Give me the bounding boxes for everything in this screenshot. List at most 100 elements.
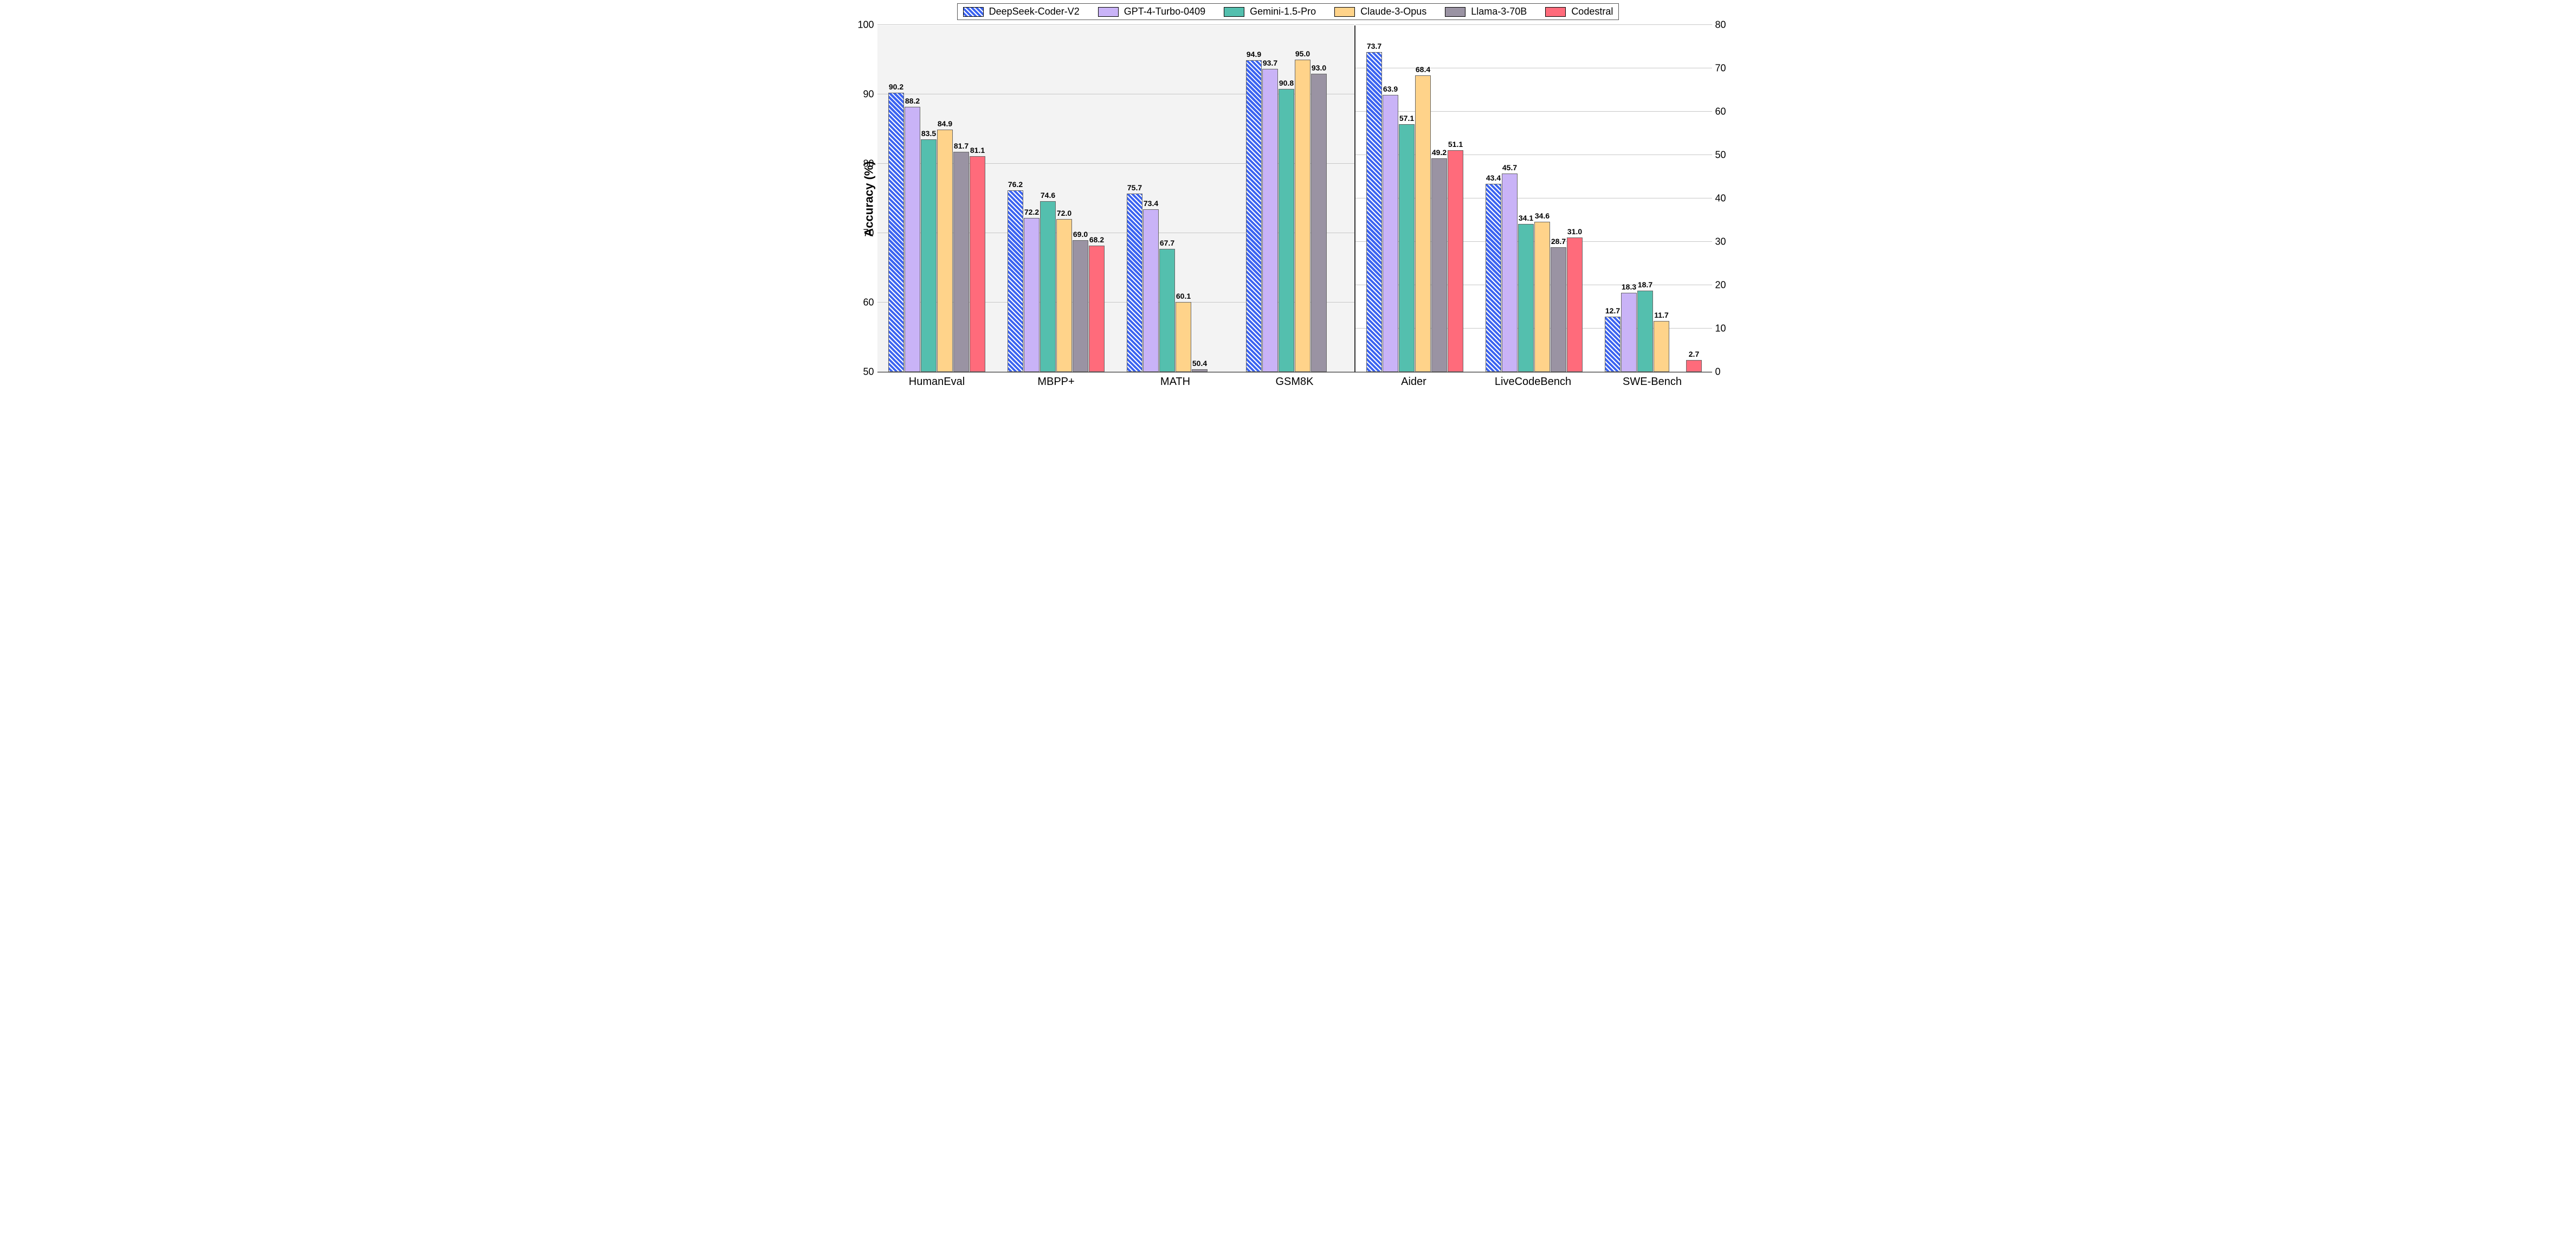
bar: 74.6 (1040, 201, 1056, 372)
data-label: 88.2 (905, 97, 920, 105)
legend-item: Llama-3-70B (1445, 6, 1527, 17)
legend-label: Gemini-1.5-Pro (1250, 6, 1316, 17)
legend-label: GPT-4-Turbo-0409 (1124, 6, 1205, 17)
data-label: 75.7 (1127, 183, 1142, 192)
data-label: 18.3 (1622, 282, 1636, 291)
data-label: 43.4 (1486, 173, 1501, 182)
data-label: 81.7 (954, 142, 969, 150)
legend-swatch (963, 7, 984, 17)
bar: 18.7 (1637, 291, 1653, 372)
bar: 81.7 (953, 152, 969, 372)
data-label: 73.4 (1144, 199, 1158, 208)
bar: 95.0 (1295, 60, 1310, 372)
data-label: 68.4 (1416, 65, 1430, 74)
data-label: 93.7 (1263, 59, 1277, 67)
data-label: 81.1 (970, 146, 985, 155)
left-panel: 506070809010090.288.283.584.981.781.176.… (877, 25, 1354, 372)
legend-label: DeepSeek-Coder-V2 (989, 6, 1080, 17)
data-label: 72.0 (1057, 209, 1071, 217)
legend-item: Claude-3-Opus (1334, 6, 1426, 17)
x-axis-label: LiveCodeBench (1474, 372, 1593, 388)
bar-group: 94.993.7 90.895.093.0 (1235, 60, 1354, 372)
data-label: 34.6 (1535, 211, 1550, 220)
bar: 43.4 (1486, 184, 1501, 372)
bar: 2.7 (1686, 360, 1702, 372)
bar: 51.1 (1448, 150, 1463, 372)
legend-item: GPT-4-Turbo-0409 (1098, 6, 1205, 17)
x-axis-label: SWE-Bench (1593, 372, 1712, 388)
data-label: 67.7 (1160, 239, 1174, 247)
axis-tick: 100 (857, 20, 874, 31)
legend: DeepSeek-Coder-V2 GPT-4-Turbo-0409 Gemini-… (957, 3, 1619, 20)
bar: 75.7 (1127, 194, 1142, 372)
bar: 60.1 (1176, 302, 1191, 372)
bar: 90.8 (1279, 89, 1294, 372)
bar: 72.2 (1024, 218, 1040, 372)
bar: 12.7 (1605, 317, 1621, 372)
legend-item: Codestral (1545, 6, 1613, 17)
axis-tick: 60 (1715, 106, 1726, 118)
data-label: 34.1 (1519, 214, 1533, 222)
data-label: 31.0 (1567, 227, 1582, 236)
bar: 68.2 (1089, 246, 1105, 372)
bar: 94.9 (1246, 60, 1262, 372)
legend-label: Codestral (1571, 6, 1613, 17)
x-axis-label: MBPP+ (997, 372, 1116, 388)
legend-swatch (1545, 7, 1566, 17)
data-label: 83.5 (921, 129, 936, 138)
data-label: 45.7 (1502, 163, 1517, 172)
bar: 49.2 (1431, 158, 1447, 372)
axis-tick: 40 (1715, 193, 1726, 204)
data-label: 63.9 (1383, 85, 1398, 93)
chart-area: Accuracy (%) 506070809010090.288.283.584… (861, 25, 1715, 372)
legend-label: Claude-3-Opus (1360, 6, 1426, 17)
bar: 68.4 (1415, 75, 1431, 372)
bar: 90.2 (888, 93, 904, 372)
data-label: 57.1 (1399, 114, 1414, 123)
data-label: 49.2 (1432, 148, 1447, 157)
axis-tick: 10 (1715, 323, 1726, 335)
data-label: 28.7 (1551, 237, 1566, 246)
data-label: 12.7 (1605, 306, 1620, 315)
data-label: 2.7 (1689, 350, 1699, 358)
bar: 83.5 (921, 139, 937, 372)
y-axis-label: Accuracy (%) (861, 25, 877, 372)
bar-group: 43.445.734.134.628.731.0 (1475, 173, 1594, 372)
bar: 50.4 (1192, 369, 1208, 372)
axis-tick: 90 (863, 89, 874, 100)
data-label: 51.1 (1448, 140, 1463, 149)
data-label: 73.7 (1367, 42, 1381, 50)
data-label: 95.0 (1295, 49, 1310, 58)
data-label: 90.2 (889, 82, 903, 91)
legend-item: DeepSeek-Coder-V2 (963, 6, 1080, 17)
data-label: 72.2 (1024, 208, 1039, 216)
bar: 73.4 (1143, 209, 1159, 372)
data-label: 93.0 (1312, 63, 1326, 72)
bar: 28.7 (1551, 247, 1566, 372)
bar: 73.7 (1366, 52, 1382, 372)
bar-group: 75.773.467.760.150.4 (1116, 194, 1235, 372)
legend-swatch (1098, 7, 1119, 17)
bar: 88.2 (905, 107, 920, 372)
bar: 31.0 (1567, 237, 1583, 372)
bar: 57.1 (1399, 124, 1415, 372)
data-label: 60.1 (1176, 292, 1191, 300)
x-labels-left: HumanEvalMBPP+MATHGSM8K (877, 372, 1354, 388)
axis-tick: 80 (863, 158, 874, 170)
axis-tick: 0 (1715, 367, 1721, 378)
data-label: 18.7 (1638, 280, 1652, 289)
bar: 84.9 (937, 130, 953, 372)
data-label: 84.9 (938, 119, 952, 128)
x-axis-label: MATH (1116, 372, 1235, 388)
axis-tick: 50 (863, 367, 874, 378)
legend-swatch (1445, 7, 1465, 17)
bar: 76.2 (1008, 190, 1023, 372)
bar-group: 73.763.957.168.449.251.1 (1355, 52, 1475, 372)
right-panel: 0102030405060708073.763.957.168.449.251.… (1354, 25, 1712, 372)
x-axis-label: HumanEval (877, 372, 997, 388)
legend-swatch (1224, 7, 1244, 17)
axis-tick: 70 (863, 228, 874, 239)
data-label: 69.0 (1073, 230, 1088, 239)
legend-item: Gemini-1.5-Pro (1224, 6, 1316, 17)
x-axis-label: Aider (1354, 372, 1474, 388)
